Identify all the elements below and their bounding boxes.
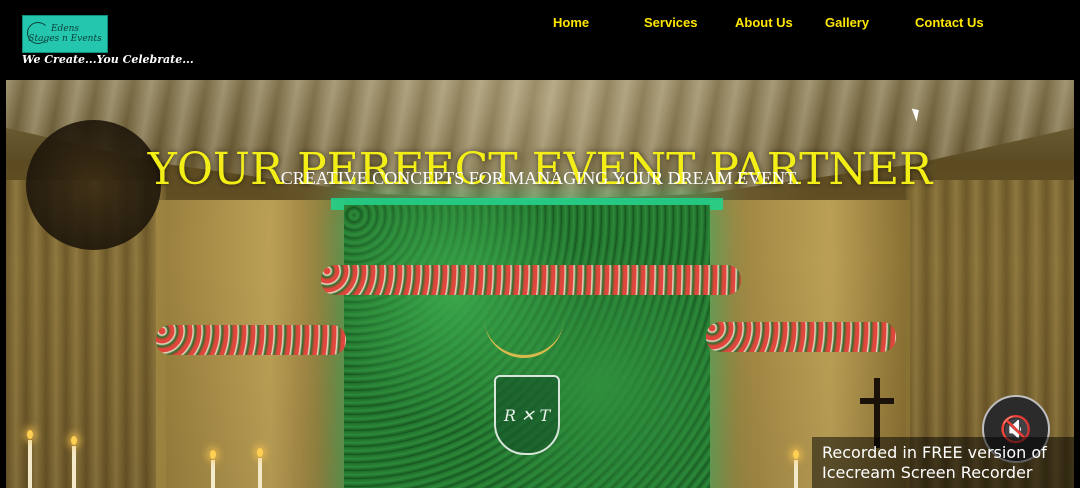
crest-monogram: R ✕ T — [503, 405, 551, 425]
cross-icon-bar — [860, 398, 894, 404]
hero-subheadline: CREATIVE CONCEPTS FOR MANAGING YOUR DREA… — [280, 168, 800, 188]
flower-garland-right — [706, 322, 896, 352]
hero-banner: R ✕ T YOUR PERFECT EVENT PARTNER — [6, 80, 1074, 488]
candle — [211, 460, 215, 488]
candle-flame — [793, 450, 799, 459]
nav-gallery[interactable]: Gallery — [825, 15, 869, 30]
candle-flame — [257, 448, 263, 457]
logo-text-line1: Edens — [50, 24, 80, 34]
watermark-line2: Icecream Screen Recorder — [822, 463, 1033, 482]
recorder-watermark: Recorded in FREE version of Icecream Scr… — [812, 437, 1077, 488]
nav-home[interactable]: Home — [553, 15, 589, 30]
nav-services[interactable]: Services — [644, 15, 698, 30]
watermark-line1: Recorded in FREE version of — [822, 443, 1047, 462]
candle-flame — [71, 436, 77, 445]
logo-swirl-icon — [27, 22, 49, 44]
nav-about-us[interactable]: About Us — [735, 15, 793, 30]
brand-tagline: We Create...You Celebrate... — [22, 53, 194, 66]
candle — [72, 446, 76, 488]
candle — [258, 458, 262, 488]
brand-logo[interactable]: Edens Stages n Events — [22, 15, 108, 53]
top-navbar: Edens Stages n Events We Create...You Ce… — [0, 0, 1080, 80]
candle — [794, 460, 798, 488]
candle-flame — [210, 450, 216, 459]
nav-contact-us[interactable]: Contact Us — [915, 15, 984, 30]
monogram-crest: R ✕ T — [494, 375, 560, 455]
flower-garland-top — [321, 265, 741, 295]
flower-garland-left — [156, 325, 346, 355]
candle-flame — [27, 430, 33, 439]
candle — [28, 440, 32, 488]
